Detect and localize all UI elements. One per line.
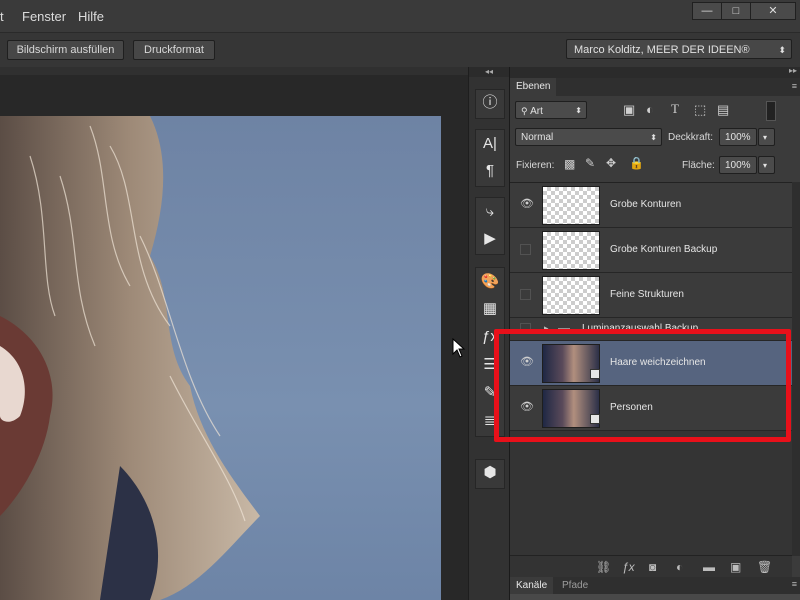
lock-pixels-brush-icon[interactable]: ✎ xyxy=(585,156,595,170)
fx-icon[interactable]: ƒx xyxy=(622,560,635,574)
tab-layers[interactable]: Ebenen xyxy=(510,78,557,96)
options-bar: Bildschirm ausfüllen Druckformat Marco K… xyxy=(0,32,800,68)
filter-shape-icon[interactable]: ⬚ xyxy=(694,102,706,118)
print-size-button[interactable]: Druckformat xyxy=(133,40,215,60)
chevron-down-icon: ▾ xyxy=(763,133,768,142)
visibility-eye-icon[interactable]: 👁 xyxy=(520,198,534,210)
filter-type-icon[interactable]: T xyxy=(671,101,679,117)
menu-item-hilfe[interactable]: Hilfe xyxy=(78,9,104,24)
character-icon[interactable]: A| xyxy=(476,131,504,157)
paragraph-icon[interactable]: ¶ xyxy=(476,158,504,184)
menu-item-fenster[interactable]: Fenster xyxy=(22,9,66,24)
adjustment-icon[interactable]: ◐ xyxy=(676,560,683,574)
blend-mode-value: Normal xyxy=(521,132,554,143)
dock-group-info: ⓘ xyxy=(475,89,505,119)
lock-transparent-icon[interactable]: ▩ xyxy=(564,157,575,171)
filter-smart-object-icon[interactable]: ▤ xyxy=(717,102,729,118)
hair-image xyxy=(0,116,260,600)
layer-thumbnail xyxy=(542,276,600,315)
3d-cube-icon[interactable]: ⬢ xyxy=(476,460,504,486)
swatches-grid-icon[interactable]: ▦ xyxy=(476,296,504,322)
canvas-photo[interactable] xyxy=(0,116,441,600)
color-palette-icon[interactable]: 🎨 xyxy=(476,269,504,295)
fill-dropdown-button[interactable]: ▾ xyxy=(758,156,775,174)
blend-mode-select[interactable]: Normal ⬍ xyxy=(515,128,662,146)
layer-row[interactable]: Feine Strukturen xyxy=(510,273,792,318)
chevron-updown-icon: ⬍ xyxy=(778,45,786,55)
menu-bar: t Fenster Hilfe — □ ✕ xyxy=(0,0,800,32)
highlight-annotation-box xyxy=(494,329,791,442)
visibility-off-box[interactable] xyxy=(520,289,531,300)
chevron-updown-icon: ⬍ xyxy=(650,133,657,142)
layers-footer: ⛓ ƒx ◙ ◐ ▬ ▣ 🗑 xyxy=(510,555,792,578)
new-layer-icon[interactable]: ▣ xyxy=(730,560,741,574)
layer-filter-kind[interactable]: ⚲ Art ⬍ xyxy=(515,101,587,119)
document-tab-strip xyxy=(0,67,468,75)
folder-icon[interactable]: ▬ xyxy=(703,560,715,574)
menu-item-partial[interactable]: t xyxy=(0,9,4,24)
dock-collapse-grip[interactable]: ◂◂ xyxy=(469,67,509,77)
opacity-label: Deckkraft: xyxy=(668,132,714,143)
info-icon[interactable]: ⓘ xyxy=(476,90,504,116)
fill-label: Fläche: xyxy=(682,160,715,171)
chevron-updown-icon: ⬍ xyxy=(575,106,582,115)
filter-adjustment-icon[interactable]: ◐ xyxy=(646,102,654,117)
document-area[interactable] xyxy=(0,67,468,600)
minimize-button[interactable]: — xyxy=(692,2,722,20)
trash-icon[interactable]: 🗑 xyxy=(757,560,772,574)
history-icon[interactable]: ⤷ xyxy=(476,199,504,225)
search-icon: ⚲ xyxy=(521,106,531,116)
mouse-cursor-icon xyxy=(452,338,466,358)
close-button[interactable]: ✕ xyxy=(750,2,796,20)
tab-channels[interactable]: Kanäle xyxy=(510,577,554,594)
layer-row[interactable]: 👁 Grobe Konturen xyxy=(510,183,792,228)
dock-group-3d: ⬢ xyxy=(475,459,505,489)
panel-collapse-icon[interactable]: ▸▸ xyxy=(789,66,797,75)
fill-screen-button[interactable]: Bildschirm ausfüllen xyxy=(7,40,124,60)
panel-menu-icon[interactable]: ≡ xyxy=(792,81,797,91)
filter-pixel-icon[interactable]: ▣ xyxy=(623,102,635,118)
filter-toggle-switch[interactable] xyxy=(766,101,776,121)
lock-label: Fixieren: xyxy=(516,160,555,171)
layer-row[interactable]: Grobe Konturen Backup xyxy=(510,228,792,273)
link-icon[interactable]: ⛓ xyxy=(596,560,611,574)
panel-top-bar: ▸▸ xyxy=(510,66,800,78)
layer-name: Grobe Konturen Backup xyxy=(610,244,718,255)
workspace-value: Marco Kolditz, MEER DER IDEEN® xyxy=(574,44,750,56)
layer-filter-kind-value: Art xyxy=(530,106,543,117)
visibility-off-box[interactable] xyxy=(520,244,531,255)
panel-tabs: Ebenen ≡ xyxy=(510,78,800,96)
bottom-panel-tabs: Kanäle Pfade ≡ xyxy=(510,577,800,594)
fill-input[interactable]: 100% xyxy=(719,156,757,174)
lock-all-icon[interactable]: 🔒 xyxy=(629,156,644,170)
opacity-input[interactable]: 100% xyxy=(719,128,757,146)
actions-play-icon[interactable]: ▶ xyxy=(476,226,504,252)
mask-icon[interactable]: ◙ xyxy=(649,560,656,574)
dock-group-text: A| ¶ xyxy=(475,129,505,187)
layer-thumbnail xyxy=(542,186,600,225)
maximize-button[interactable]: □ xyxy=(721,2,751,20)
tab-paths[interactable]: Pfade xyxy=(556,577,594,594)
dock-group-history: ⤷ ▶ xyxy=(475,197,505,255)
layer-list-scrollbar[interactable] xyxy=(792,182,800,556)
channels-preview-strip xyxy=(510,594,800,600)
lock-position-move-icon[interactable]: ✥ xyxy=(606,156,616,170)
layer-name: Grobe Konturen xyxy=(610,199,682,210)
chevron-down-icon: ▾ xyxy=(763,161,768,170)
panel-menu-icon[interactable]: ≡ xyxy=(792,579,797,589)
workspace-select[interactable]: Marco Kolditz, MEER DER IDEEN® ⬍ xyxy=(566,39,792,59)
layer-thumbnail xyxy=(542,231,600,270)
opacity-dropdown-button[interactable]: ▾ xyxy=(758,128,775,146)
layer-name: Feine Strukturen xyxy=(610,289,684,300)
